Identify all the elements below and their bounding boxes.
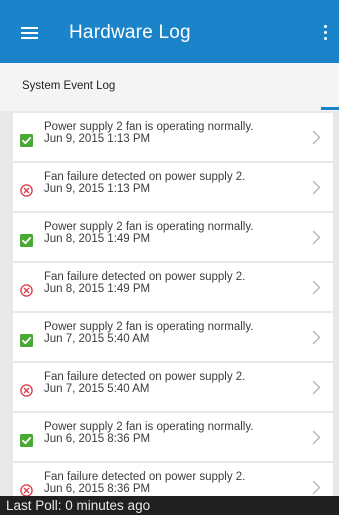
app-title: Hardware Log	[69, 22, 191, 43]
check-icon	[20, 234, 33, 247]
log-entry-text: Power supply 2 fan is operating normally…	[44, 421, 309, 445]
error-circle-icon	[20, 284, 33, 297]
log-entry-row[interactable]: Fan failure detected on power supply 2. J…	[13, 263, 333, 311]
more-vert-icon[interactable]	[320, 24, 330, 42]
event-log-list: Power supply 2 fan is operating normally…	[13, 113, 333, 513]
log-entry-message: Fan failure detected on power supply 2.	[44, 471, 246, 483]
log-entry-text: Power supply 2 fan is operating normally…	[44, 121, 309, 145]
log-entry-text: Power supply 2 fan is operating normally…	[44, 221, 309, 245]
log-entry-timestamp: Jun 6, 2015 8:36 PM	[44, 483, 151, 495]
log-entry-row[interactable]: Power supply 2 fan is operating normally…	[13, 113, 333, 161]
log-entry-text: Fan failure detected on power supply 2. J…	[44, 371, 309, 395]
section-title: System Event Log	[22, 80, 116, 92]
error-circle-icon	[20, 184, 33, 197]
log-entry-timestamp: Jun 7, 2015 5:40 AM	[44, 333, 150, 345]
log-entry-timestamp: Jun 8, 2015 1:49 PM	[44, 283, 151, 295]
log-entry-row[interactable]: Fan failure detected on power supply 2. J…	[13, 363, 333, 411]
log-entry-message: Power supply 2 fan is operating normally…	[44, 321, 254, 333]
log-entry-row[interactable]: Power supply 2 fan is operating normally…	[13, 213, 333, 261]
log-entry-message: Fan failure detected on power supply 2.	[44, 171, 246, 183]
chevron-right-icon	[312, 330, 321, 345]
log-entry-message: Fan failure detected on power supply 2.	[44, 371, 246, 383]
section-header: System Event Log	[0, 63, 339, 111]
log-entry-message: Power supply 2 fan is operating normally…	[44, 221, 254, 233]
chevron-right-icon	[312, 430, 321, 445]
chevron-right-icon	[312, 230, 321, 245]
log-entry-row[interactable]: Power supply 2 fan is operating normally…	[13, 413, 333, 461]
log-entry-row[interactable]: Fan failure detected on power supply 2. J…	[13, 163, 333, 211]
error-circle-icon	[20, 384, 33, 397]
log-entry-text: Fan failure detected on power supply 2. J…	[44, 471, 309, 495]
log-entry-timestamp: Jun 9, 2015 1:13 PM	[44, 133, 151, 145]
log-entry-timestamp: Jun 9, 2015 1:13 PM	[44, 183, 151, 195]
chevron-right-icon	[312, 130, 321, 145]
chevron-right-icon	[312, 280, 321, 295]
log-entry-timestamp: Jun 7, 2015 5:40 AM	[44, 383, 150, 395]
last-poll-text: Last Poll: 0 minutes ago	[6, 498, 151, 513]
log-entry-message: Fan failure detected on power supply 2.	[44, 271, 246, 283]
chevron-right-icon	[312, 380, 321, 395]
hamburger-menu-icon[interactable]	[21, 27, 38, 39]
log-entry-text: Power supply 2 fan is operating normally…	[44, 321, 309, 345]
app-bar: Hardware Log	[0, 0, 339, 63]
log-entry-timestamp: Jun 6, 2015 8:36 PM	[44, 433, 151, 445]
check-icon	[20, 434, 33, 447]
section-accent	[321, 107, 339, 110]
check-icon	[20, 134, 33, 147]
log-entry-row[interactable]: Power supply 2 fan is operating normally…	[13, 313, 333, 361]
log-entry-timestamp: Jun 8, 2015 1:49 PM	[44, 233, 151, 245]
chevron-right-icon	[312, 180, 321, 195]
chevron-right-icon	[312, 480, 321, 495]
log-entry-text: Fan failure detected on power supply 2. J…	[44, 271, 309, 295]
check-icon	[20, 334, 33, 347]
log-entry-text: Fan failure detected on power supply 2. J…	[44, 171, 309, 195]
status-footer: Last Poll: 0 minutes ago	[0, 496, 339, 515]
log-entry-message: Power supply 2 fan is operating normally…	[44, 121, 254, 133]
log-entry-message: Power supply 2 fan is operating normally…	[44, 421, 254, 433]
